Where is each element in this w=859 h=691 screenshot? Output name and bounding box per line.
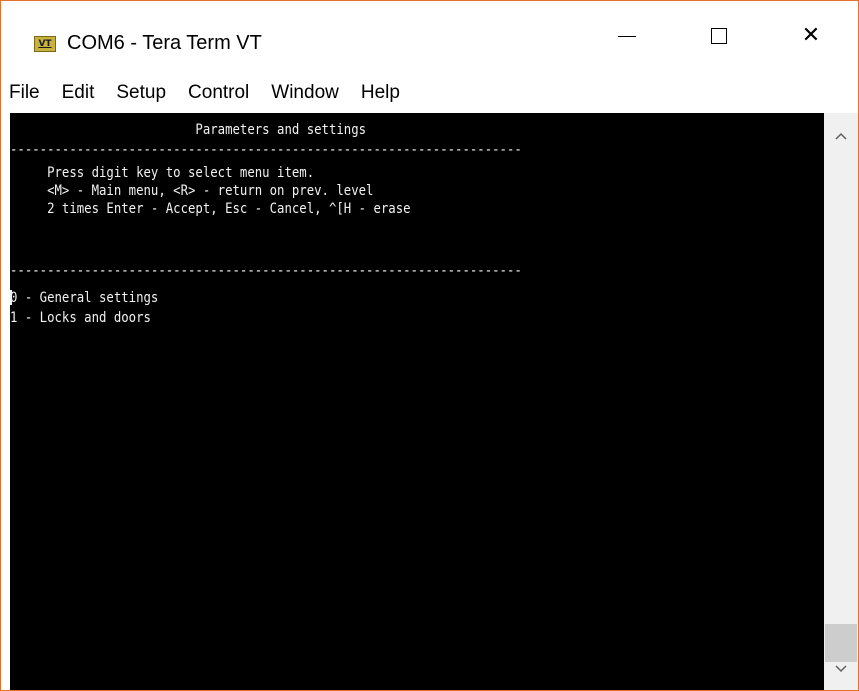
title-bar[interactable]: VT COM6 - Tera Term VT ✕ (1, 1, 858, 54)
terminal-separator: ----------------------------------------… (10, 263, 522, 279)
minimize-icon (618, 35, 636, 37)
terminal-heading: Parameters and settings (10, 122, 367, 138)
close-button[interactable]: ✕ (765, 1, 857, 71)
menu-file[interactable]: File (1, 80, 51, 106)
terminal-help-line: <M> - Main menu, <R> - return on prev. l… (10, 183, 374, 199)
close-icon: ✕ (801, 23, 821, 48)
terminal-separator: ----------------------------------------… (10, 142, 522, 158)
chevron-down-icon (835, 665, 847, 673)
menu-help[interactable]: Help (350, 80, 411, 106)
minimize-button[interactable] (581, 1, 673, 71)
menu-window[interactable]: Window (260, 80, 350, 106)
menu-control[interactable]: Control (177, 80, 260, 106)
maximize-icon (711, 28, 727, 44)
tera-term-app-icon[interactable]: VT (34, 36, 56, 52)
terminal-menu-option: 1 - Locks and doors (10, 310, 151, 326)
terminal-cursor (10, 290, 12, 305)
menu-edit[interactable]: Edit (51, 80, 106, 106)
terminal-menu-option: 0 - General settings (10, 290, 159, 306)
maximize-button[interactable] (673, 1, 765, 71)
window-title: COM6 - Tera Term VT (67, 32, 262, 54)
menu-bar: File Edit Setup Control Window Help (1, 73, 858, 113)
app-icon-label: VT (38, 39, 52, 49)
scroll-up-button[interactable] (824, 119, 858, 153)
chevron-up-icon (835, 132, 847, 140)
scroll-down-button[interactable] (824, 652, 858, 686)
terminal-help-line: 2 times Enter - Accept, Esc - Cancel, ^[… (10, 201, 411, 217)
terminal-screen[interactable]: Parameters and settings ----------------… (10, 113, 824, 690)
menu-setup[interactable]: Setup (105, 80, 177, 106)
terminal-window: VT COM6 - Tera Term VT ✕ File Edit Setup… (0, 0, 859, 691)
terminal-help-line: Press digit key to select menu item. (10, 165, 315, 181)
vertical-scrollbar[interactable] (824, 113, 858, 690)
